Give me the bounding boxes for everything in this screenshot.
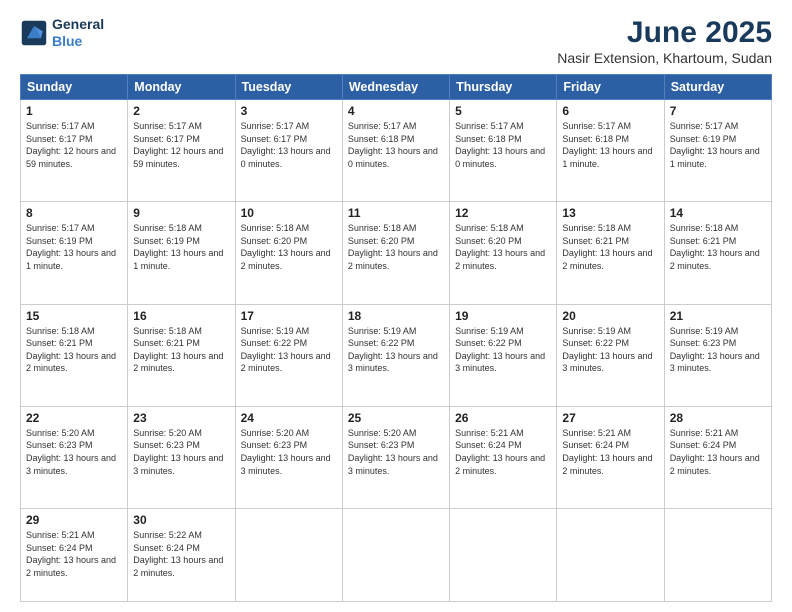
day-4: 4 Sunrise: 5:17 AMSunset: 6:18 PMDayligh… xyxy=(342,100,449,202)
empty-cell-2 xyxy=(342,509,449,602)
day-7: 7 Sunrise: 5:17 AMSunset: 6:19 PMDayligh… xyxy=(664,100,771,202)
day-8: 8 Sunrise: 5:17 AMSunset: 6:19 PMDayligh… xyxy=(21,202,128,304)
calendar-table: Sunday Monday Tuesday Wednesday Thursday… xyxy=(20,74,772,602)
col-wednesday: Wednesday xyxy=(342,75,449,100)
col-tuesday: Tuesday xyxy=(235,75,342,100)
day-17: 17 Sunrise: 5:19 AMSunset: 6:22 PMDaylig… xyxy=(235,304,342,406)
col-monday: Monday xyxy=(128,75,235,100)
day-10: 10 Sunrise: 5:18 AMSunset: 6:20 PMDaylig… xyxy=(235,202,342,304)
logo: General Blue xyxy=(20,16,104,50)
empty-cell-1 xyxy=(235,509,342,602)
day-29: 29 Sunrise: 5:21 AMSunset: 6:24 PMDaylig… xyxy=(21,509,128,602)
empty-cell-4 xyxy=(557,509,664,602)
day-11: 11 Sunrise: 5:18 AMSunset: 6:20 PMDaylig… xyxy=(342,202,449,304)
col-friday: Friday xyxy=(557,75,664,100)
day-23: 23 Sunrise: 5:20 AMSunset: 6:23 PMDaylig… xyxy=(128,406,235,508)
logo-text: General Blue xyxy=(52,16,104,50)
day-28: 28 Sunrise: 5:21 AMSunset: 6:24 PMDaylig… xyxy=(664,406,771,508)
day-20: 20 Sunrise: 5:19 AMSunset: 6:22 PMDaylig… xyxy=(557,304,664,406)
day-9: 9 Sunrise: 5:18 AMSunset: 6:19 PMDayligh… xyxy=(128,202,235,304)
day-21: 21 Sunrise: 5:19 AMSunset: 6:23 PMDaylig… xyxy=(664,304,771,406)
day-15: 15 Sunrise: 5:18 AMSunset: 6:21 PMDaylig… xyxy=(21,304,128,406)
day-6: 6 Sunrise: 5:17 AMSunset: 6:18 PMDayligh… xyxy=(557,100,664,202)
week-1: 1 Sunrise: 5:17 AMSunset: 6:17 PMDayligh… xyxy=(21,100,772,202)
day-12: 12 Sunrise: 5:18 AMSunset: 6:20 PMDaylig… xyxy=(450,202,557,304)
day-14: 14 Sunrise: 5:18 AMSunset: 6:21 PMDaylig… xyxy=(664,202,771,304)
calendar-header-row: Sunday Monday Tuesday Wednesday Thursday… xyxy=(21,75,772,100)
col-sunday: Sunday xyxy=(21,75,128,100)
main-title: June 2025 xyxy=(557,16,772,50)
day-2: 2 Sunrise: 5:17 AMSunset: 6:17 PMDayligh… xyxy=(128,100,235,202)
week-4: 22 Sunrise: 5:20 AMSunset: 6:23 PMDaylig… xyxy=(21,406,772,508)
logo-icon xyxy=(20,19,48,47)
subtitle: Nasir Extension, Khartoum, Sudan xyxy=(557,50,772,66)
day-5: 5 Sunrise: 5:17 AMSunset: 6:18 PMDayligh… xyxy=(450,100,557,202)
page: General Blue June 2025 Nasir Extension, … xyxy=(0,0,792,612)
day-25: 25 Sunrise: 5:20 AMSunset: 6:23 PMDaylig… xyxy=(342,406,449,508)
day-30: 30 Sunrise: 5:22 AMSunset: 6:24 PMDaylig… xyxy=(128,509,235,602)
col-saturday: Saturday xyxy=(664,75,771,100)
header: General Blue June 2025 Nasir Extension, … xyxy=(20,16,772,66)
week-2: 8 Sunrise: 5:17 AMSunset: 6:19 PMDayligh… xyxy=(21,202,772,304)
empty-cell-3 xyxy=(450,509,557,602)
title-block: June 2025 Nasir Extension, Khartoum, Sud… xyxy=(557,16,772,66)
week-3: 15 Sunrise: 5:18 AMSunset: 6:21 PMDaylig… xyxy=(21,304,772,406)
day-1: 1 Sunrise: 5:17 AMSunset: 6:17 PMDayligh… xyxy=(21,100,128,202)
day-26: 26 Sunrise: 5:21 AMSunset: 6:24 PMDaylig… xyxy=(450,406,557,508)
day-19: 19 Sunrise: 5:19 AMSunset: 6:22 PMDaylig… xyxy=(450,304,557,406)
col-thursday: Thursday xyxy=(450,75,557,100)
day-27: 27 Sunrise: 5:21 AMSunset: 6:24 PMDaylig… xyxy=(557,406,664,508)
empty-cell-5 xyxy=(664,509,771,602)
day-18: 18 Sunrise: 5:19 AMSunset: 6:22 PMDaylig… xyxy=(342,304,449,406)
day-16: 16 Sunrise: 5:18 AMSunset: 6:21 PMDaylig… xyxy=(128,304,235,406)
day-13: 13 Sunrise: 5:18 AMSunset: 6:21 PMDaylig… xyxy=(557,202,664,304)
day-24: 24 Sunrise: 5:20 AMSunset: 6:23 PMDaylig… xyxy=(235,406,342,508)
day-22: 22 Sunrise: 5:20 AMSunset: 6:23 PMDaylig… xyxy=(21,406,128,508)
week-5: 29 Sunrise: 5:21 AMSunset: 6:24 PMDaylig… xyxy=(21,509,772,602)
day-3: 3 Sunrise: 5:17 AMSunset: 6:17 PMDayligh… xyxy=(235,100,342,202)
